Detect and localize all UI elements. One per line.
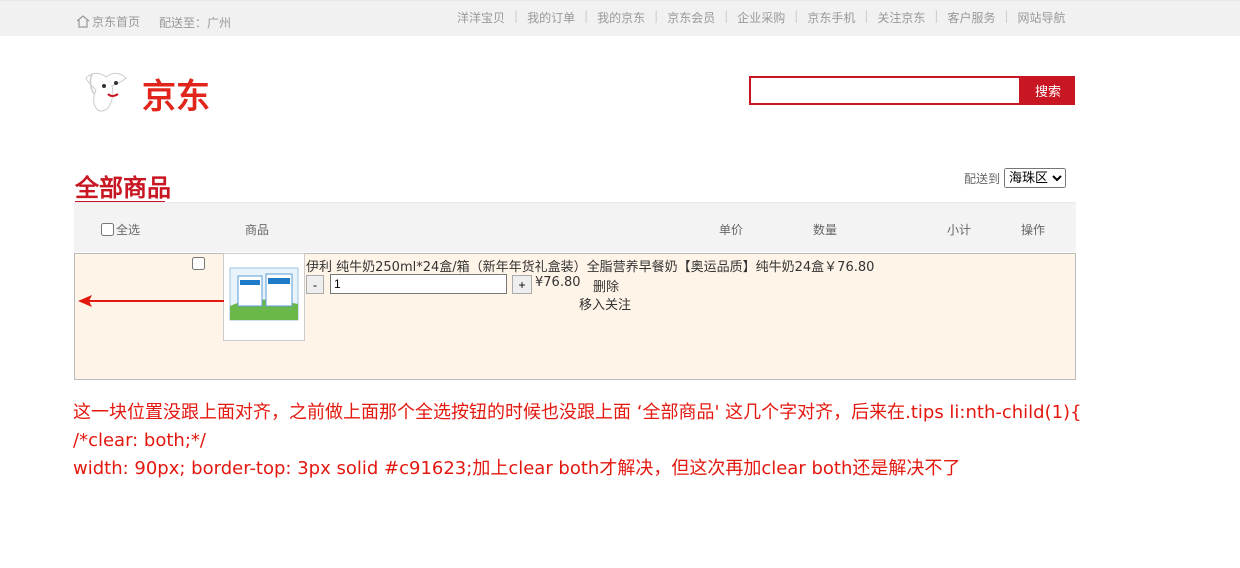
col-quantity: 数量 (813, 223, 838, 237)
separator: | (514, 9, 519, 23)
home-icon (76, 15, 90, 28)
separator: | (864, 9, 869, 23)
separator: | (724, 9, 729, 23)
search-bar: 搜索 (749, 76, 1075, 105)
product-name[interactable]: 伊利 纯牛奶250ml*24盒/箱（新年年货礼盒装）全脂营养早餐奶【奥运品质】纯… (306, 256, 874, 275)
note-line-1: 这一块位置没跟上面对齐，之前做上面那个全选按钮的时候也没跟上面 ‘全部商品' 这… (73, 402, 1082, 423)
logo-text: 京东 (142, 77, 210, 117)
note-line-2: /*clear: both;*/ (73, 430, 206, 451)
topnav-item-baby[interactable]: 洋洋宝贝 (457, 9, 505, 26)
topnav-item-my-jd[interactable]: 我的京东 (597, 9, 645, 26)
deliver-location[interactable]: 配送至：广州 (159, 14, 231, 31)
deliver-to-label: 配送到 (964, 171, 1001, 186)
separator: | (584, 9, 589, 23)
separator: | (654, 9, 659, 23)
jd-logo[interactable]: 京东 (82, 64, 222, 120)
search-button[interactable]: 搜索 (1021, 76, 1075, 105)
quantity-decrease-button[interactable]: - (306, 275, 324, 294)
quantity-increase-button[interactable]: + (512, 275, 532, 294)
district-select[interactable]: 海珠区 (1004, 168, 1067, 188)
item-subtotal: ¥76.80 (535, 275, 581, 290)
product-thumbnail[interactable] (223, 253, 305, 341)
select-all-label: 全选 (116, 223, 141, 237)
top-nav: 洋洋宝贝 | 我的订单 | 我的京东 | 京东会员 | 企业采购 | 京东手机 | 关注京东… (457, 9, 1066, 26)
topnav-item-service[interactable]: 客户服务 (947, 9, 995, 26)
home-link[interactable]: 京东首页 (76, 13, 140, 30)
select-all-checkbox[interactable] (101, 223, 114, 236)
topnav-item-sitemap[interactable]: 网站导航 (1018, 9, 1066, 26)
separator: | (934, 9, 939, 23)
deliver-to: 配送到 海珠区 (964, 168, 1067, 188)
annotation-note: 这一块位置没跟上面对齐，之前做上面那个全选按钮的时候也没跟上面 ‘全部商品' 这… (73, 399, 1240, 483)
col-product: 商品 (245, 223, 270, 237)
topnav-item-follow[interactable]: 关注京东 (877, 9, 925, 26)
search-input[interactable] (749, 76, 1021, 105)
home-link-label: 京东首页 (92, 15, 141, 29)
col-unit-price: 单价 (719, 223, 744, 237)
cart-table-header: 全选 商品 单价 数量 小计 操作 (74, 202, 1076, 252)
page-title: 全部商品 (75, 174, 171, 202)
quantity-input[interactable] (330, 274, 507, 294)
top-bar: 京东首页 配送至：广州 洋洋宝贝 | 我的订单 | 我的京东 | 京东会员 | 企业采购… (0, 0, 1240, 36)
separator: | (794, 9, 799, 23)
separator: | (1004, 9, 1009, 23)
topnav-item-member[interactable]: 京东会员 (667, 9, 715, 26)
note-line-3: width: 90px; border-top: 3px solid #c916… (73, 458, 961, 479)
topnav-item-orders[interactable]: 我的订单 (527, 9, 575, 26)
topnav-item-mobile[interactable]: 京东手机 (807, 9, 855, 26)
annotation-arrow-icon (78, 295, 224, 307)
move-to-favorites-link[interactable]: 移入关注 (579, 294, 631, 313)
item-checkbox[interactable] (192, 257, 205, 270)
select-all[interactable]: 全选 (101, 221, 140, 238)
col-subtotal: 小计 (947, 223, 972, 237)
topnav-item-enterprise[interactable]: 企业采购 (737, 9, 785, 26)
col-actions: 操作 (1021, 223, 1046, 237)
milk-box-image (229, 267, 299, 321)
delete-link[interactable]: 删除 (593, 276, 619, 295)
jd-dog-logo-icon: 京东 (85, 72, 210, 117)
